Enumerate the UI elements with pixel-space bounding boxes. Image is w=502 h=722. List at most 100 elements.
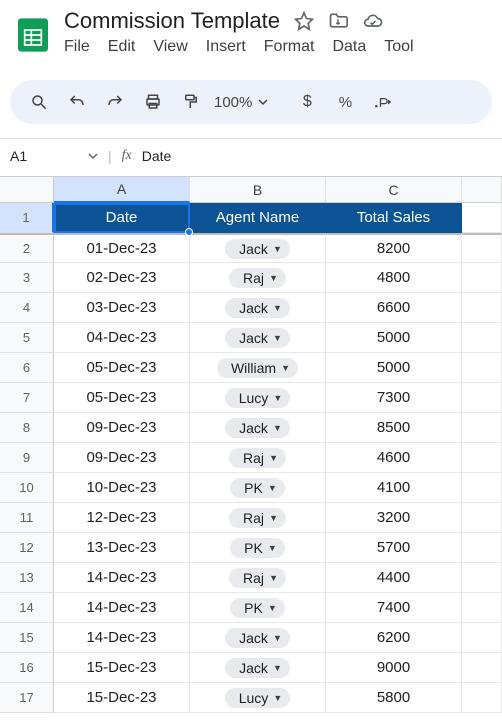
menu-data[interactable]: Data	[332, 38, 366, 56]
agent-chip[interactable]: Raj▼	[229, 268, 286, 288]
agent-chip[interactable]: Jack▼	[225, 658, 290, 678]
row-header[interactable]: 16	[0, 653, 54, 683]
cell-date[interactable]: 14-Dec-23	[54, 623, 190, 653]
row-header[interactable]: 3	[0, 263, 54, 293]
row-header[interactable]: 13	[0, 563, 54, 593]
cell-sales[interactable]: 7300	[326, 383, 462, 413]
cell-overflow[interactable]	[462, 413, 502, 443]
cell-sales[interactable]: 9000	[326, 653, 462, 683]
cell-overflow[interactable]	[462, 353, 502, 383]
cell-date[interactable]: 13-Dec-23	[54, 533, 190, 563]
cell-agent[interactable]: Lucy▼	[190, 383, 326, 413]
agent-chip[interactable]: Lucy▼	[225, 688, 291, 708]
cell-sales[interactable]: 4800	[326, 263, 462, 293]
agent-chip[interactable]: Jack▼	[225, 239, 290, 259]
col-header-C[interactable]: C	[326, 177, 462, 203]
cloud-status-icon[interactable]	[362, 11, 384, 31]
cell-date[interactable]: 10-Dec-23	[54, 473, 190, 503]
row-header-1[interactable]: 1	[0, 203, 54, 233]
agent-chip[interactable]: Lucy▼	[225, 388, 291, 408]
cell-sales[interactable]: 5800	[326, 683, 462, 713]
cell-sales[interactable]: 7400	[326, 593, 462, 623]
cell-agent[interactable]: Raj▼	[190, 443, 326, 473]
agent-chip[interactable]: Raj▼	[229, 568, 286, 588]
cell-agent[interactable]: Jack▼	[190, 623, 326, 653]
menu-view[interactable]: View	[153, 38, 187, 56]
agent-chip[interactable]: PK▼	[230, 598, 285, 618]
menu-tools[interactable]: Tool	[384, 38, 413, 56]
menu-file[interactable]: File	[64, 38, 90, 56]
grid[interactable]: A B C 1 Date Agent Name Total Sales 201-…	[0, 176, 502, 713]
redo-icon[interactable]	[100, 87, 130, 117]
row-header[interactable]: 17	[0, 683, 54, 713]
cell-agent[interactable]: William▼	[190, 353, 326, 383]
cell-overflow[interactable]	[462, 323, 502, 353]
cell-agent[interactable]: Raj▼	[190, 263, 326, 293]
agent-chip[interactable]: Jack▼	[225, 628, 290, 648]
cell-sales[interactable]: 4100	[326, 473, 462, 503]
undo-icon[interactable]	[62, 87, 92, 117]
sheets-app-icon[interactable]	[12, 8, 54, 62]
paint-format-icon[interactable]	[176, 87, 206, 117]
cell-overflow[interactable]	[462, 383, 502, 413]
cell-overflow[interactable]	[462, 683, 502, 713]
row-header[interactable]: 8	[0, 413, 54, 443]
menu-edit[interactable]: Edit	[108, 38, 136, 56]
cell-agent[interactable]: Raj▼	[190, 503, 326, 533]
row-header[interactable]: 7	[0, 383, 54, 413]
row-header[interactable]: 11	[0, 503, 54, 533]
cell-agent[interactable]: PK▼	[190, 533, 326, 563]
cell-overflow[interactable]	[462, 563, 502, 593]
cell-agent[interactable]: PK▼	[190, 473, 326, 503]
cell-date[interactable]: 05-Dec-23	[54, 353, 190, 383]
agent-chip[interactable]: PK▼	[230, 478, 285, 498]
cell-B1[interactable]: Agent Name	[190, 203, 326, 233]
cell-agent[interactable]: Raj▼	[190, 563, 326, 593]
cell-date[interactable]: 14-Dec-23	[54, 593, 190, 623]
zoom-select[interactable]: 100%	[214, 94, 268, 111]
selection-handle[interactable]	[185, 228, 193, 236]
star-icon[interactable]	[294, 11, 314, 31]
move-icon[interactable]	[328, 11, 348, 31]
cell-date[interactable]: 15-Dec-23	[54, 683, 190, 713]
row-header[interactable]: 10	[0, 473, 54, 503]
cell-date[interactable]: 12-Dec-23	[54, 503, 190, 533]
cell-overflow[interactable]	[462, 623, 502, 653]
cell-date[interactable]: 02-Dec-23	[54, 263, 190, 293]
search-icon[interactable]	[24, 87, 54, 117]
menu-insert[interactable]: Insert	[206, 38, 246, 56]
cell-overflow[interactable]	[462, 593, 502, 623]
cell-date[interactable]: 15-Dec-23	[54, 653, 190, 683]
cell-agent[interactable]: Lucy▼	[190, 683, 326, 713]
cell-sales[interactable]: 5700	[326, 533, 462, 563]
cell-overflow[interactable]	[462, 233, 502, 263]
currency-button[interactable]: $	[292, 87, 322, 117]
row-header[interactable]: 6	[0, 353, 54, 383]
cell-sales[interactable]: 4400	[326, 563, 462, 593]
row-header[interactable]: 14	[0, 593, 54, 623]
menu-format[interactable]: Format	[264, 38, 315, 56]
cell-sales[interactable]: 8200	[326, 233, 462, 263]
row-header[interactable]: 12	[0, 533, 54, 563]
cell-date[interactable]: 05-Dec-23	[54, 383, 190, 413]
cell-date[interactable]: 14-Dec-23	[54, 563, 190, 593]
cell-overflow[interactable]	[462, 263, 502, 293]
cell-date[interactable]: 03-Dec-23	[54, 293, 190, 323]
cell-date[interactable]: 09-Dec-23	[54, 413, 190, 443]
cell-sales[interactable]: 4600	[326, 443, 462, 473]
cell-sales[interactable]: 6200	[326, 623, 462, 653]
cell-agent[interactable]: PK▼	[190, 593, 326, 623]
cell-sales[interactable]: 5000	[326, 323, 462, 353]
row-header[interactable]: 15	[0, 623, 54, 653]
col-header-A[interactable]: A	[54, 177, 190, 203]
row-header[interactable]: 2	[0, 233, 54, 263]
row-header[interactable]: 4	[0, 293, 54, 323]
cell-overflow[interactable]	[462, 473, 502, 503]
cell-date[interactable]: 01-Dec-23	[54, 233, 190, 263]
cell-overflow[interactable]	[462, 653, 502, 683]
doc-title[interactable]: Commission Template	[64, 8, 280, 34]
cell-overflow[interactable]	[462, 293, 502, 323]
row-header[interactable]: 5	[0, 323, 54, 353]
col-header-B[interactable]: B	[190, 177, 326, 203]
cell-overflow[interactable]	[462, 533, 502, 563]
